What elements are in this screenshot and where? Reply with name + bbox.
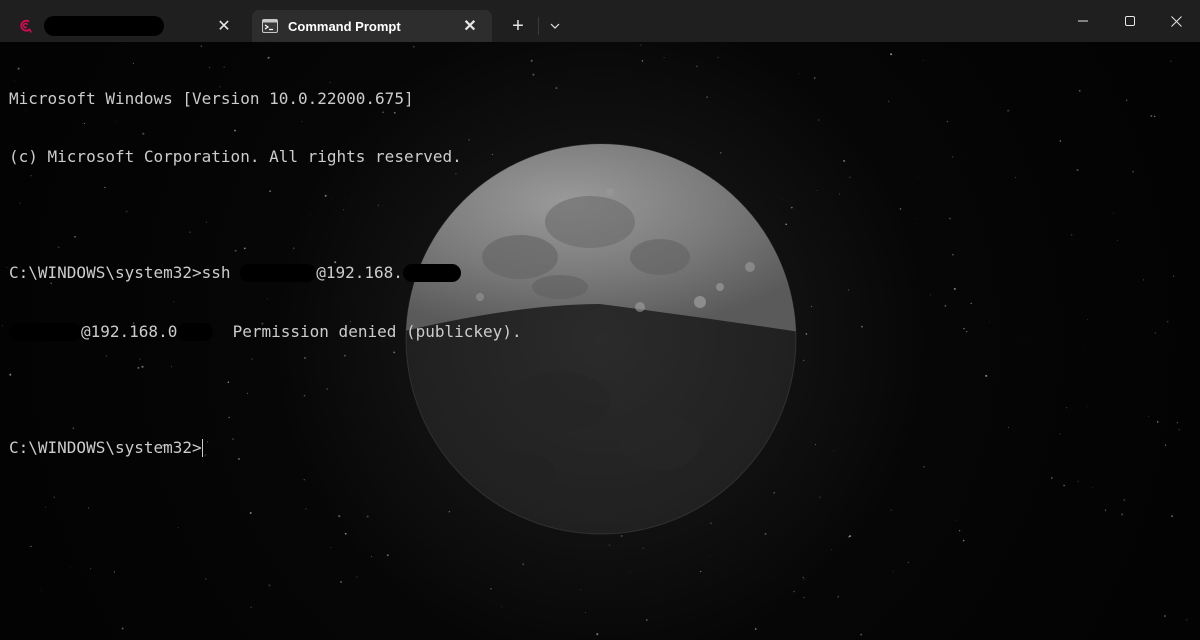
close-tab-icon[interactable]: ✕ (458, 14, 482, 38)
console-line-copyright: (c) Microsoft Corporation. All rights re… (9, 147, 462, 167)
prompt-text: C:\WINDOWS\system32> (9, 438, 202, 458)
close-icon (1171, 15, 1182, 27)
tab-label-debian (44, 16, 212, 36)
console-line-ssh-command: C:\WINDOWS\system32>ssh @192.168. (9, 263, 522, 283)
console-output[interactable]: Microsoft Windows [Version 10.0.22000.67… (9, 50, 522, 496)
text-cursor (201, 439, 203, 458)
tab-debian[interactable]: ✕ (8, 10, 246, 42)
caption-buttons (1059, 0, 1200, 42)
terminal-pane[interactable]: Microsoft Windows [Version 10.0.22000.67… (0, 42, 1200, 640)
debian-icon (18, 18, 34, 34)
redacted-username (9, 322, 81, 341)
chevron-down-icon (550, 23, 560, 29)
redacted-tab-title (44, 16, 164, 36)
prompt-text: C:\WINDOWS\system32> (9, 263, 202, 283)
plus-icon: + (512, 14, 524, 37)
host-fragment: @192.168.0 (81, 321, 178, 341)
redacted-username (240, 264, 317, 283)
maximize-button[interactable] (1106, 0, 1153, 42)
close-tab-icon[interactable]: ✕ (212, 14, 236, 38)
title-bar: ✕ Command Prompt ✕ + (0, 0, 1200, 42)
error-message: Permission denied (publickey). (232, 321, 522, 341)
redacted-host (177, 322, 214, 341)
minimize-button[interactable] (1059, 0, 1106, 42)
new-tab-button[interactable]: + (498, 10, 538, 42)
tab-label-command-prompt: Command Prompt (288, 18, 401, 34)
maximize-icon (1124, 16, 1135, 26)
minimize-icon (1077, 20, 1088, 22)
close-window-button[interactable] (1153, 0, 1200, 42)
terminal-window: ✕ Command Prompt ✕ + Microsoft Windows [… (0, 0, 1200, 640)
redacted-host (402, 264, 461, 283)
tab-command-prompt[interactable]: Command Prompt ✕ (252, 10, 492, 42)
host-fragment: @192.168. (316, 263, 403, 283)
command-text: ssh (201, 263, 231, 283)
console-line-prompt: C:\WINDOWS\system32> (9, 438, 522, 458)
console-line-version: Microsoft Windows [Version 10.0.22000.67… (9, 88, 414, 108)
console-line-error: @192.168.0 Permission denied (publickey)… (9, 322, 522, 341)
tab-dropdown-button[interactable] (539, 10, 571, 42)
terminal-icon (262, 18, 278, 34)
